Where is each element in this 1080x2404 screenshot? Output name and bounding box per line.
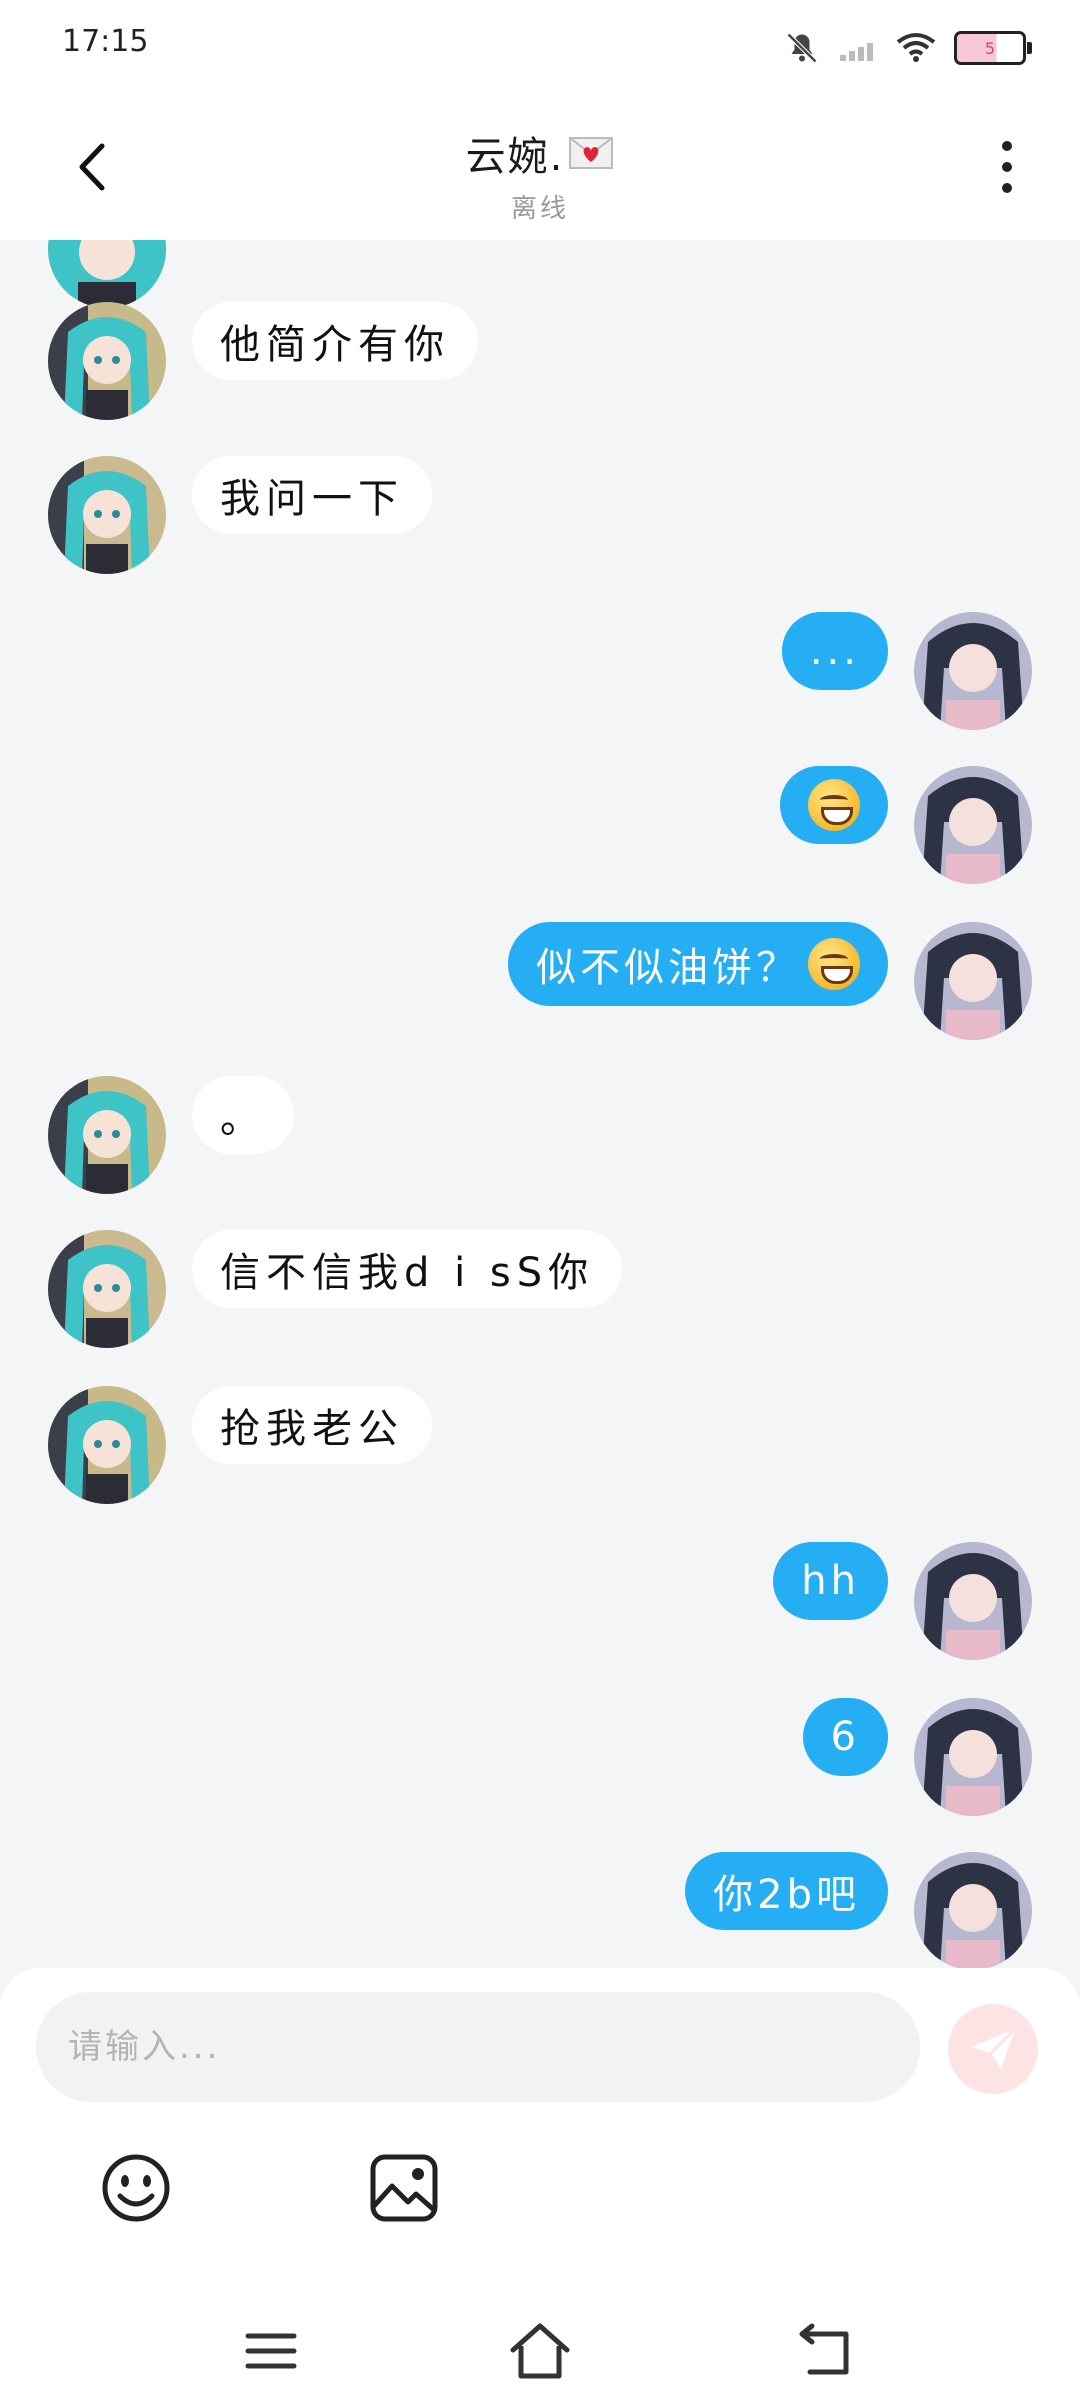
contact-avatar[interactable] (48, 456, 166, 574)
image-button[interactable] (364, 2148, 444, 2228)
message-bubble-outgoing[interactable]: ... (781, 612, 888, 690)
grinning-sweat-emoji-icon (808, 938, 860, 990)
contact-avatar[interactable] (48, 1076, 166, 1194)
message-bubble-incoming[interactable]: 他简介有你 (192, 302, 478, 380)
more-options-button[interactable] (982, 132, 1032, 202)
wifi-icon (896, 33, 936, 62)
send-button[interactable] (948, 2004, 1038, 2094)
love-letter-icon (569, 137, 614, 169)
nav-home-button[interactable] (505, 2316, 575, 2386)
system-nav-bar (0, 2300, 1080, 2404)
battery-indicator: 5 (954, 31, 1032, 65)
message-bubble-outgoing[interactable]: 似不似油饼？ (508, 922, 888, 1006)
status-bar: 17:15 5 (0, 0, 1080, 96)
smiley-icon (102, 2154, 170, 2222)
grinning-sweat-emoji-icon (808, 779, 860, 831)
message-bubble-outgoing[interactable] (780, 766, 888, 844)
contact-avatar[interactable] (48, 1386, 166, 1504)
my-avatar[interactable] (914, 612, 1032, 730)
message-bubble-incoming[interactable]: 。 (192, 1076, 294, 1154)
image-icon (370, 2154, 438, 2222)
message-list[interactable]: 他简介有你 我问一下 ... 似不似油饼？ 。 信不信我d i sS你 抢我老公… (0, 240, 1080, 1968)
message-bubble-outgoing[interactable]: hh (773, 1542, 888, 1620)
my-avatar[interactable] (914, 1698, 1032, 1816)
nav-back-button[interactable] (790, 2316, 860, 2386)
my-avatar[interactable] (914, 766, 1032, 884)
my-avatar[interactable] (914, 1542, 1032, 1660)
status-time: 17:15 (62, 24, 149, 59)
home-icon (510, 2323, 570, 2379)
message-bubble-incoming[interactable]: 信不信我d i sS你 (192, 1230, 623, 1308)
title-block: 云婉. 离线 (0, 124, 1080, 225)
emoji-button[interactable] (96, 2148, 176, 2228)
message-bubble-outgoing[interactable]: 你2b吧 (685, 1852, 888, 1930)
online-status: 离线 (510, 194, 569, 224)
nav-menu-button[interactable] (236, 2316, 306, 2386)
contact-avatar[interactable] (48, 302, 166, 420)
menu-icon (245, 2333, 297, 2369)
nav-back-icon (799, 2323, 849, 2375)
contact-avatar[interactable] (48, 240, 166, 308)
contact-name-row: 云婉. (466, 124, 615, 182)
status-icons: 5 (784, 28, 1032, 68)
chat-header: 云婉. 离线 (0, 96, 1080, 240)
send-icon (971, 2027, 1017, 2069)
mute-icon (786, 32, 818, 64)
more-vertical-icon (1002, 141, 1012, 193)
message-bubble-outgoing[interactable]: 6 (802, 1698, 888, 1776)
message-bubble-incoming[interactable]: 抢我老公 (192, 1386, 432, 1464)
signal-icon (840, 43, 873, 61)
battery-level: 5 (984, 38, 996, 58)
message-input[interactable] (36, 1992, 920, 2102)
message-bubble-incoming[interactable]: 我问一下 (192, 456, 432, 534)
my-avatar[interactable] (914, 1852, 1032, 1968)
message-text: 似不似油饼？ (536, 945, 800, 991)
contact-avatar[interactable] (48, 1230, 166, 1348)
contact-name: 云婉. (465, 134, 565, 180)
my-avatar[interactable] (914, 922, 1032, 1040)
